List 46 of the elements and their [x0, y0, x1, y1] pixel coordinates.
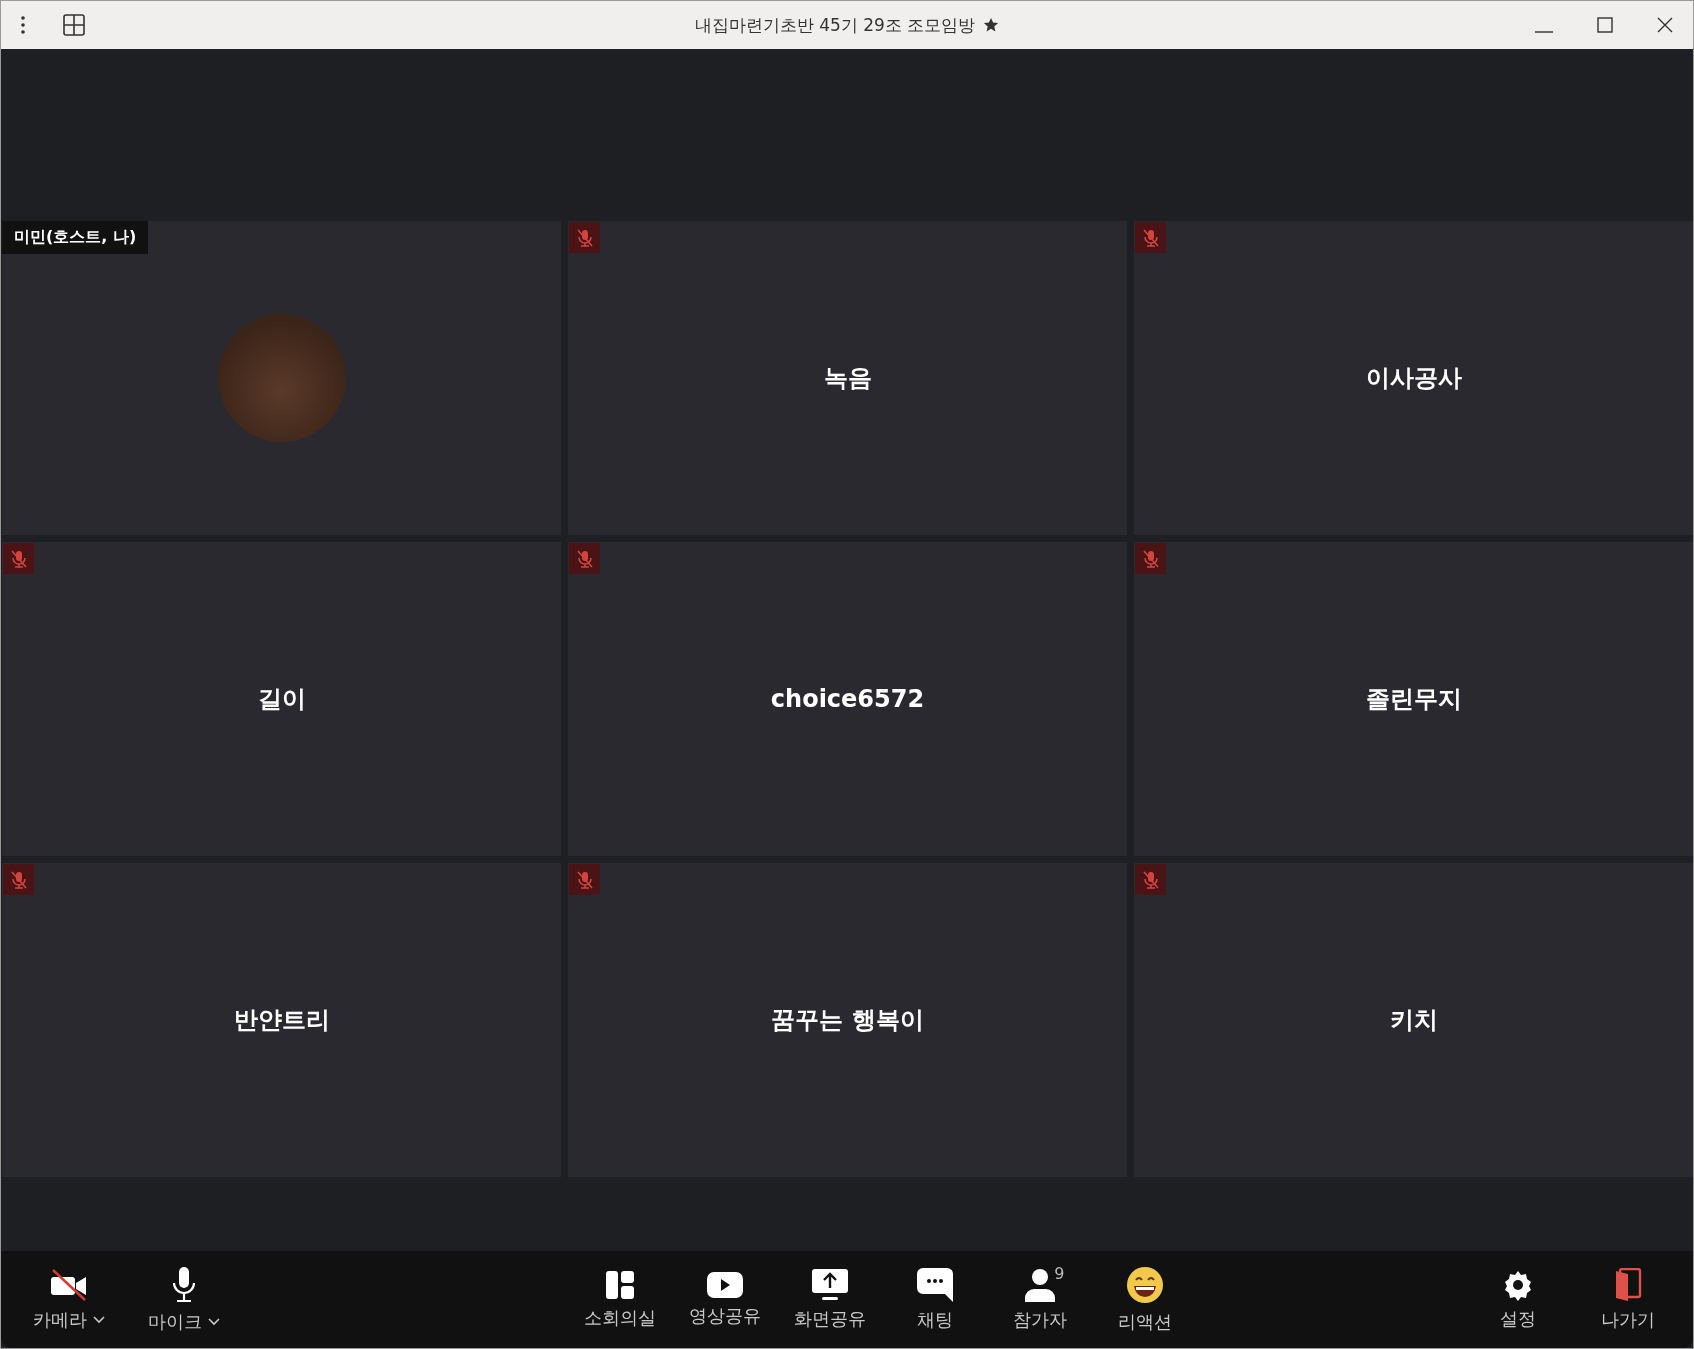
- participant-name: 미민(호스트, 나): [2, 221, 149, 254]
- button-label: 마이크: [147, 1309, 202, 1334]
- door-icon: [1614, 1267, 1642, 1302]
- minimize-icon: [1535, 31, 1553, 33]
- mic-button[interactable]: 마이크: [126, 1259, 241, 1340]
- muted-microphone-icon: [1141, 227, 1160, 248]
- participant-name: 녹음: [823, 363, 872, 394]
- participant-name: 반얀트리: [233, 1005, 330, 1036]
- close-icon: [1657, 17, 1673, 33]
- breakout-button[interactable]: 소회의실: [567, 1263, 672, 1336]
- muted-microphone-icon: [575, 869, 594, 890]
- settings-button[interactable]: 설정: [1463, 1262, 1573, 1337]
- participant-name: 길이: [257, 684, 306, 715]
- muted-microphone-icon: [575, 227, 594, 248]
- participant-name: 꿈꾸는 행복이: [771, 1005, 924, 1036]
- layout-icon: [604, 1269, 635, 1300]
- chat-button[interactable]: 채팅: [882, 1261, 987, 1338]
- reaction-button[interactable]: 리액션: [1092, 1259, 1197, 1340]
- button-label: 카메라: [32, 1307, 87, 1332]
- participant-name: 키치: [1389, 1005, 1438, 1036]
- leave-button[interactable]: 나가기: [1573, 1261, 1683, 1338]
- muted-microphone-icon: [9, 869, 28, 890]
- chat-icon: [916, 1267, 953, 1302]
- screen-button[interactable]: 화면공유: [777, 1262, 882, 1337]
- camera-off-icon: [48, 1267, 89, 1302]
- participant-count: 9: [1054, 1263, 1065, 1283]
- muted-microphone-icon: [1141, 869, 1160, 890]
- muted-microphone-icon: [9, 548, 28, 569]
- screen-share-icon: [811, 1268, 848, 1301]
- more-icon: [21, 16, 25, 34]
- muted-microphone-icon: [1141, 548, 1160, 569]
- caret-icon: [92, 1315, 105, 1324]
- play-icon: [706, 1271, 743, 1298]
- camera-button[interactable]: 카메라: [11, 1261, 126, 1338]
- participant-name: 졸린무지: [1365, 684, 1462, 715]
- person-icon: [1023, 1267, 1056, 1302]
- laughing-face-icon: [1125, 1265, 1164, 1304]
- video-button[interactable]: 영상공유: [672, 1265, 777, 1334]
- grid-icon: [63, 14, 85, 36]
- maximize-icon: [1597, 17, 1613, 33]
- window-title: 내집마련기초반 45기 29조 조모임방: [694, 13, 976, 37]
- caret-icon: [207, 1317, 220, 1326]
- participant-name: 이사공사: [1365, 363, 1462, 394]
- people-button[interactable]: 참가자 9: [987, 1261, 1092, 1338]
- participant-name: choice6572: [770, 685, 925, 713]
- muted-microphone-icon: [575, 548, 594, 569]
